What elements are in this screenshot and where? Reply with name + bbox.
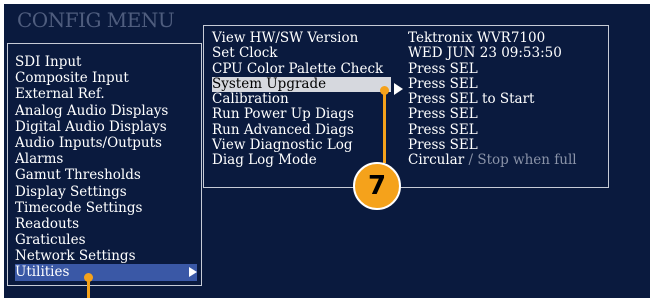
menu-item-utilities-label: Utilities — [15, 264, 70, 281]
value-arrow-icon — [394, 83, 403, 95]
menu-item-gamut-thresholds[interactable]: Gamut Thresholds — [15, 167, 197, 183]
submenu-item-view-hw-sw-version[interactable]: View HW/SW Version — [212, 30, 391, 46]
menu-item-timecode-settings[interactable]: Timecode Settings — [15, 200, 197, 216]
submenu-item-system-upgrade[interactable]: System Upgrade — [212, 76, 391, 93]
value-clock: WED JUN 23 09:53:50 — [408, 45, 562, 62]
menu-item-display-settings[interactable]: Display Settings — [15, 184, 197, 200]
submenu-arrow-icon — [189, 267, 197, 278]
submenu-item-calibration[interactable]: Calibration — [212, 91, 391, 107]
callout-dot-lower — [84, 273, 93, 282]
diag-log-mode-current: Circular — [408, 152, 465, 169]
value-hw-sw-version: Tektronix WVR7100 — [408, 30, 546, 46]
callout-leader-upper — [383, 91, 386, 163]
value-run-power-up-diags: Press SEL — [408, 106, 478, 123]
submenu-item-set-clock[interactable]: Set Clock — [212, 45, 391, 61]
menu-item-composite-input[interactable]: Composite Input — [15, 70, 197, 86]
menu-item-analog-audio-displays[interactable]: Analog Audio Displays — [15, 103, 197, 119]
submenu-item-run-advanced-diags[interactable]: Run Advanced Diags — [212, 122, 391, 138]
value-system-upgrade: Press SEL — [408, 75, 478, 92]
menu-item-external-ref[interactable]: External Ref. — [15, 86, 197, 102]
submenu-item-run-power-up-diags[interactable]: Run Power Up Diags — [212, 107, 391, 123]
callout-dot-upper — [380, 86, 389, 95]
main-menu-list: SDI Input Composite Input External Ref. … — [15, 54, 197, 281]
value-run-advanced-diags: Press SEL — [408, 121, 478, 138]
value-diag-log-mode: Circular / Stop when full — [408, 153, 577, 168]
value-cpu-color-palette-check: Press SEL — [408, 60, 478, 77]
menu-item-alarms[interactable]: Alarms — [15, 151, 197, 167]
submenu-item-view-diagnostic-log[interactable]: View Diagnostic Log — [212, 137, 391, 153]
diag-log-mode-alternate: / Stop when full — [464, 152, 577, 169]
menu-item-utilities[interactable]: Utilities — [15, 264, 197, 281]
menu-item-graticules[interactable]: Graticules — [15, 232, 197, 248]
menu-title: CONFIG MENU — [17, 8, 175, 32]
submenu-item-cpu-color-palette-check[interactable]: CPU Color Palette Check — [212, 61, 391, 77]
menu-item-sdi-input[interactable]: SDI Input — [15, 54, 197, 70]
menu-item-network-settings[interactable]: Network Settings — [15, 248, 197, 264]
utilities-submenu-list: View HW/SW Version Set Clock CPU Color P… — [212, 30, 391, 169]
menu-item-digital-audio-displays[interactable]: Digital Audio Displays — [15, 119, 197, 135]
menu-item-readouts[interactable]: Readouts — [15, 216, 197, 232]
value-view-diagnostic-log: Press SEL — [408, 137, 478, 154]
value-calibration: Press SEL to Start — [408, 91, 535, 108]
submenu-values: Tektronix WVR7100 WED JUN 23 09:53:50 Pr… — [408, 30, 577, 169]
step-callout-badge: 7 — [353, 162, 401, 210]
menu-item-audio-inputs-outputs[interactable]: Audio Inputs/Outputs — [15, 135, 197, 151]
